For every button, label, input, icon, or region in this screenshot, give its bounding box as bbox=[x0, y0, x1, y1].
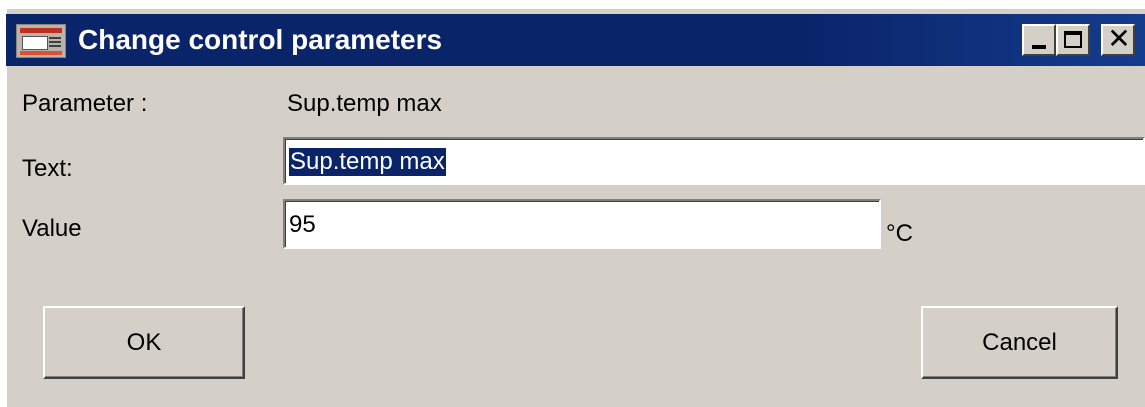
maximize-icon bbox=[1064, 31, 1082, 48]
text-input[interactable]: Sup.temp max bbox=[283, 137, 1145, 185]
value-label: Value bbox=[22, 215, 82, 242]
text-label: Text: bbox=[22, 155, 73, 182]
window-title: Change control parameters bbox=[78, 24, 443, 55]
text-input-value: Sup.temp max bbox=[289, 148, 446, 176]
title-bar[interactable]: Change control parameters ✕ bbox=[6, 14, 1145, 66]
value-input-value: 95 bbox=[289, 211, 316, 238]
app-monitor-icon[interactable] bbox=[16, 24, 66, 58]
close-button[interactable]: ✕ bbox=[1101, 24, 1135, 56]
parameter-label: Parameter : bbox=[22, 90, 148, 117]
minimize-button[interactable] bbox=[1022, 24, 1056, 56]
minimize-icon bbox=[1032, 45, 1046, 49]
value-unit: °C bbox=[886, 220, 913, 247]
value-input[interactable]: 95 bbox=[283, 199, 881, 249]
maximize-button[interactable] bbox=[1056, 24, 1090, 56]
ok-button[interactable]: OK bbox=[43, 306, 245, 379]
parameter-value: Sup.temp max bbox=[287, 90, 442, 117]
close-icon: ✕ bbox=[1107, 22, 1131, 55]
cancel-button[interactable]: Cancel bbox=[921, 306, 1118, 379]
